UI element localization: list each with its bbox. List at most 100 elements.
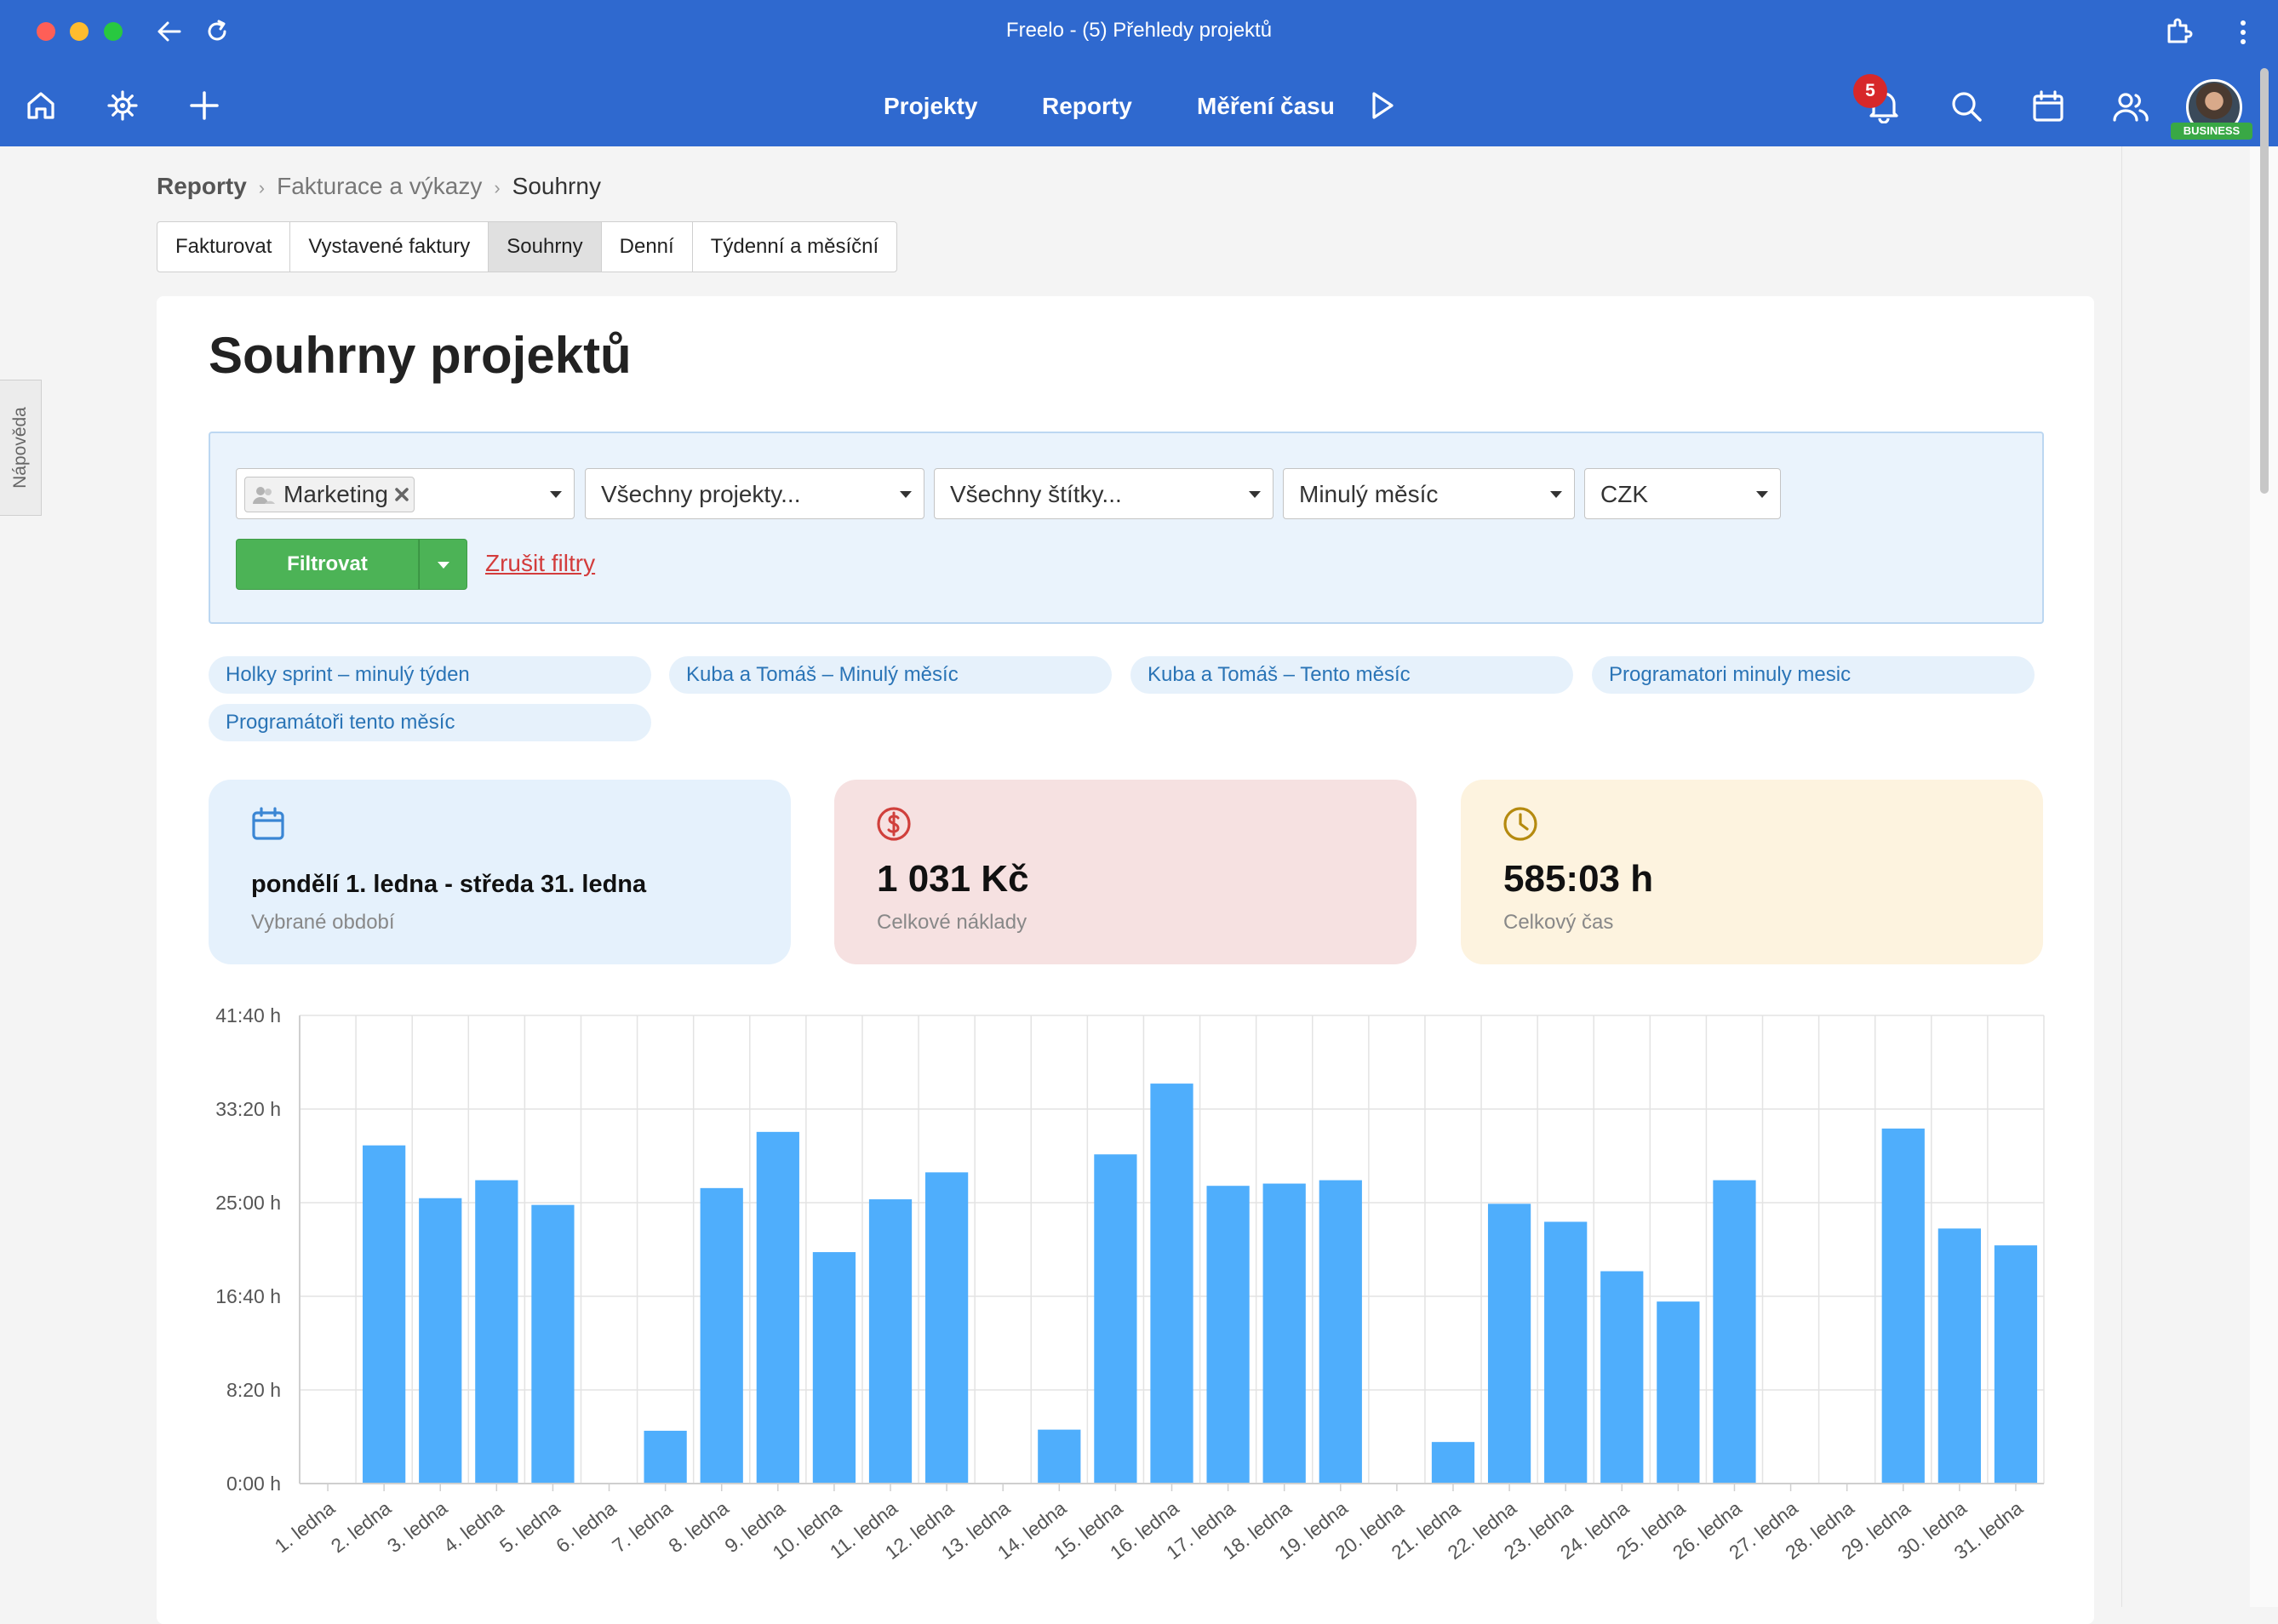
bar (475, 1180, 518, 1484)
y-tick-label: 8:20 h (226, 1379, 281, 1401)
x-tick-label: 1. ledna (271, 1496, 340, 1557)
projects-select[interactable]: Všechny projekty... (585, 468, 924, 519)
bar (924, 1172, 969, 1484)
x-tick-label: 7. ledna (608, 1496, 677, 1557)
nav-reporty-link[interactable]: Reporty (1042, 93, 1132, 120)
window-title: Freelo - (5) Přehledy projektů (1005, 19, 1273, 42)
tags-select[interactable]: Všechny štítky... (934, 468, 1274, 519)
clear-filters-link[interactable]: Zrušit filtry (485, 550, 595, 577)
bar (1600, 1271, 1644, 1484)
chevron-down-icon (900, 491, 912, 498)
help-tab-label: Nápověda (10, 407, 30, 489)
bar (1319, 1180, 1362, 1484)
period-value: pondělí 1. ledna - středa 31. ledna (251, 871, 647, 898)
saved-filter[interactable]: Programátoři tento měsíc (209, 704, 651, 741)
cost-value: 1 031 Kč (877, 858, 1029, 900)
x-tick-label: 6. ledna (552, 1496, 621, 1557)
chevron-down-icon (1756, 491, 1768, 498)
bar (1150, 1084, 1193, 1484)
tab-tydenni-a-mesicni[interactable]: Týdenní a měsíční (693, 222, 896, 272)
x-tick-label: 4. ledna (439, 1496, 508, 1557)
x-tick-label: 2. ledna (327, 1496, 396, 1557)
settings-icon[interactable] (106, 89, 139, 122)
y-tick-label: 41:40 h (215, 1004, 281, 1026)
bar (644, 1430, 687, 1484)
x-tick-label: 5. ledna (495, 1496, 564, 1557)
cost-stat-card: 1 031 Kč Celkové náklady (834, 780, 1417, 964)
team-chip: Marketing (244, 477, 415, 512)
group-icon (253, 487, 275, 504)
users-icon[interactable] (2112, 89, 2149, 123)
cost-label: Celkové náklady (877, 911, 1027, 934)
currency-select[interactable]: CZK (1584, 468, 1781, 519)
app-window: Freelo - (5) Přehledy projektů Projekty … (0, 0, 2278, 1624)
currency-select-value: CZK (1600, 481, 1648, 507)
report-tabs: Fakturovat Vystavené faktury Souhrny Den… (157, 221, 898, 272)
bar (1994, 1245, 2038, 1484)
search-icon[interactable] (1949, 89, 1983, 123)
team-chip-label: Marketing (283, 481, 388, 507)
nav-projekty-link[interactable]: Projekty (884, 93, 978, 120)
extensions-icon[interactable] (2164, 17, 2193, 46)
plus-icon[interactable] (188, 89, 220, 122)
bar (1713, 1180, 1756, 1484)
chevron-down-icon (438, 562, 449, 569)
time-value: 585:03 h (1503, 858, 1654, 900)
tab-denni[interactable]: Denní (602, 222, 693, 272)
calendar-icon[interactable] (2031, 89, 2065, 123)
right-gutter (2121, 146, 2122, 1607)
breadcrumb-current: Souhrny (512, 173, 601, 199)
clock-icon (1503, 807, 1537, 841)
chevron-right-icon: › (494, 177, 501, 198)
filter-options-button[interactable] (419, 539, 467, 590)
nav-time-tracking-link[interactable]: Měření času (1197, 93, 1335, 120)
notification-count-badge[interactable]: 5 (1853, 74, 1887, 108)
breadcrumb-reporty[interactable]: Reporty (157, 173, 247, 199)
chevron-down-icon (550, 491, 562, 498)
dollar-icon (877, 807, 911, 841)
time-label: Celkový čas (1503, 911, 1614, 934)
team-select[interactable]: Marketing (236, 468, 575, 519)
more-options-icon[interactable] (2239, 19, 2247, 46)
tab-vystavene-faktury[interactable]: Vystavené faktury (290, 222, 489, 272)
period-stat-card: pondělí 1. ledna - středa 31. ledna Vybr… (209, 780, 791, 964)
bar (1657, 1301, 1700, 1484)
remove-chip-icon[interactable] (393, 486, 410, 503)
bar (1487, 1204, 1531, 1484)
tab-fakturovat[interactable]: Fakturovat (157, 222, 291, 272)
bar (1206, 1186, 1250, 1484)
period-select-value: Minulý měsíc (1299, 481, 1439, 507)
title-bar: Freelo - (5) Přehledy projektů (0, 0, 2278, 64)
calendar-icon (252, 807, 284, 840)
page-title: Souhrny projektů (209, 327, 632, 384)
saved-filter[interactable]: Kuba a Tomáš – Minulý měsíc (669, 656, 1112, 694)
bar (700, 1187, 743, 1484)
chevron-down-icon (1550, 491, 1562, 498)
chevron-right-icon: › (258, 177, 266, 198)
projects-select-value: Všechny projekty... (601, 481, 801, 507)
top-navbar: Projekty Reporty Měření času (0, 64, 2278, 146)
home-icon[interactable] (25, 89, 57, 122)
period-label: Vybrané období (251, 911, 395, 934)
saved-filter[interactable]: Programatori minuly mesic (1592, 656, 2035, 694)
bar (1544, 1221, 1588, 1484)
bar (812, 1252, 856, 1484)
saved-filter[interactable]: Kuba a Tomáš – Tento měsíc (1130, 656, 1573, 694)
time-stat-card: 585:03 h Celkový čas (1461, 780, 2043, 964)
period-select[interactable]: Minulý měsíc (1283, 468, 1575, 519)
filter-button[interactable]: Filtrovat (236, 539, 419, 590)
tags-select-value: Všechny štítky... (950, 481, 1122, 507)
scrollbar-thumb[interactable] (2260, 68, 2269, 494)
tab-souhrny[interactable]: Souhrny (489, 222, 602, 272)
bar (756, 1131, 799, 1484)
saved-filter[interactable]: Holky sprint – minulý týden (209, 656, 651, 694)
plan-badge: BUSINESS (2171, 123, 2252, 140)
x-tick-label: 8. ledna (664, 1496, 733, 1557)
y-tick-label: 33:20 h (215, 1098, 281, 1120)
bar (868, 1199, 913, 1484)
daily-hours-bar-chart: 0:00 h 8:20 h 16:40 h 25:00 h 33:20 h 41:40 h… (215, 1004, 2045, 1564)
help-tab[interactable]: Nápověda (0, 380, 42, 516)
breadcrumb-fakturace[interactable]: Fakturace a výkazy (277, 173, 482, 199)
play-icon[interactable] (1367, 89, 1396, 122)
bar (1937, 1228, 1981, 1484)
